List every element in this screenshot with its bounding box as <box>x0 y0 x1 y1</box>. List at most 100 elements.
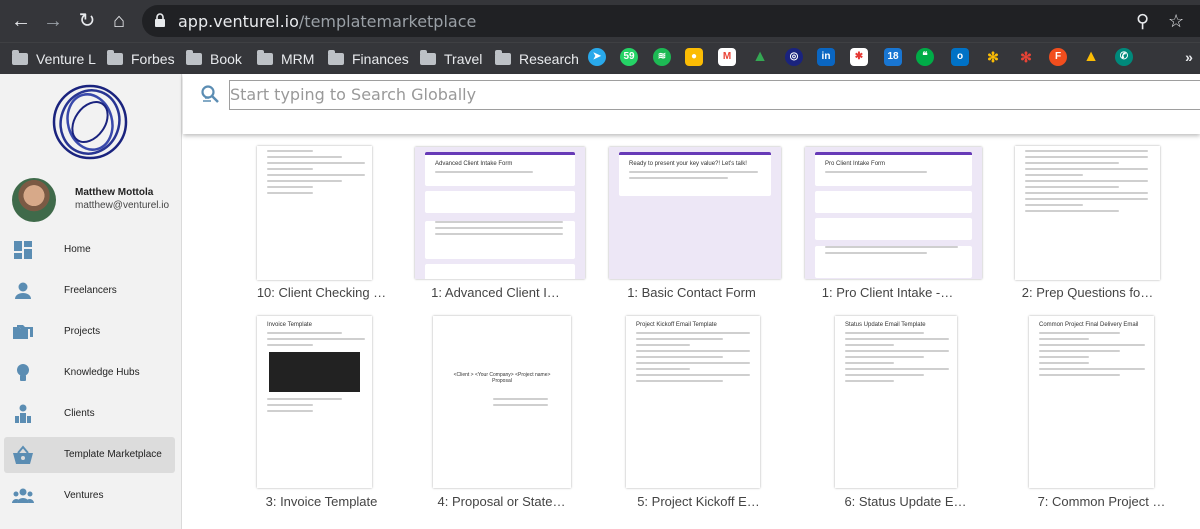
address-bar[interactable]: app.venturel.io/templatemarketplace ⚲ ☆ <box>142 5 1200 37</box>
template-thumbnail: <Client > <Your Company> <Project name> … <box>433 316 571 488</box>
folder-icon <box>107 50 123 65</box>
template-thumbnail: Invoice Template <box>257 316 372 488</box>
bookmark-label: MRM <box>281 51 315 67</box>
template-caption: 1: Advanced Client I… <box>431 285 560 300</box>
template-caption: 1: Basic Contact Form <box>627 285 756 300</box>
bookmark-label: Forbes <box>131 51 175 67</box>
spotify-icon[interactable]: ≋ <box>653 48 671 66</box>
circle-app-icon[interactable]: ◎ <box>785 48 803 66</box>
sidebar-item-label: Template Marketplace <box>64 449 162 460</box>
forward-icon[interactable]: → <box>40 8 66 34</box>
bookmark-folder[interactable]: Venture L <box>12 49 96 69</box>
bookmark-folder[interactable]: Forbes <box>107 49 175 69</box>
slack-icon[interactable]: ✻ <box>1017 48 1035 66</box>
sidebar-item-freelancers[interactable]: Freelancers <box>4 273 175 309</box>
thumbnail-screenshot <box>269 352 360 392</box>
template-caption: 4: Proposal or State… <box>437 494 566 509</box>
back-icon[interactable]: ← <box>8 8 34 34</box>
telegram-icon[interactable]: ➤ <box>588 48 606 66</box>
folder-icon <box>420 50 436 65</box>
thumbnail-title: Ready to present your key value?! Let's … <box>629 161 747 167</box>
bookmark-label: Research <box>519 51 579 67</box>
sidebar-item-label: Ventures <box>64 490 104 501</box>
drive-icon[interactable]: ▲ <box>751 48 769 66</box>
bookmark-label: Travel <box>444 51 483 67</box>
folder-icon <box>186 50 202 65</box>
bookmark-label: Finances <box>352 51 409 67</box>
sidebar-item-ventures[interactable]: Ventures <box>4 478 175 514</box>
template-thumbnail <box>1015 146 1160 280</box>
gmail-icon[interactable]: M <box>718 48 736 66</box>
template-caption: 6: Status Update E… <box>844 494 967 509</box>
sidebar: Matthew Mottola matthew@venturel.io Home… <box>0 74 182 529</box>
sidebar-item-label: Home <box>64 244 91 255</box>
sidebar-item-label: Freelancers <box>64 285 117 296</box>
sidebar-item-label: Projects <box>64 326 101 337</box>
sidebar-item-home[interactable]: Home <box>4 232 175 268</box>
template-thumbnail: Ready to present your key value?! Let's … <box>609 147 781 279</box>
template-thumbnail: Advanced Client Intake Form <box>415 147 585 279</box>
template-caption: 2: Prep Questions fo… <box>1021 285 1154 300</box>
thumbnail-title: <Client > <Your Company> <Project name> … <box>453 372 551 384</box>
folder-icon <box>328 50 344 65</box>
global-search-bar: Start typing to Search Globally <box>183 74 1200 134</box>
sidebar-item-label: Clients <box>64 408 95 419</box>
url-text: app.venturel.io/templatemarketplace <box>178 12 477 31</box>
search-icon <box>201 85 219 103</box>
keep-icon[interactable]: ● <box>685 48 703 66</box>
bookmark-folder[interactable]: Travel <box>420 49 482 69</box>
template-caption: 5: Project Kickoff E… <box>637 494 760 509</box>
sidebar-item-projects[interactable]: Projects <box>4 314 175 350</box>
figma-icon[interactable]: F <box>1049 48 1067 66</box>
template-thumbnail <box>257 146 372 280</box>
sidebar-item-label: Knowledge Hubs <box>64 367 140 378</box>
template-caption: 3: Invoice Template <box>265 494 378 509</box>
hangouts-icon[interactable]: ❝ <box>916 48 934 66</box>
more-bookmarks-icon[interactable]: » <box>1180 48 1198 66</box>
zoom-icon[interactable]: ⚲ <box>1136 11 1149 32</box>
avatar[interactable] <box>12 178 56 222</box>
template-thumbnail: Status Update Email Template <box>835 316 957 488</box>
hubspot-icon[interactable]: ✱ <box>850 48 868 66</box>
venturel-logo <box>52 84 128 160</box>
folder-icon <box>12 50 28 65</box>
template-caption: 7: Common Project … <box>1037 494 1166 509</box>
bookmark-folder[interactable]: MRM <box>257 49 314 69</box>
sidebar-item-template-marketplace[interactable]: Template Marketplace <box>4 437 175 473</box>
whatsapp-icon[interactable]: 59 <box>620 48 638 66</box>
thumbnail-title: Common Project Final Delivery Email <box>1039 322 1139 328</box>
group-icon <box>12 488 34 503</box>
folder-icon <box>257 50 273 65</box>
thumbnail-title: Advanced Client Intake Form <box>435 161 513 167</box>
bookmark-folder[interactable]: Research <box>495 49 579 69</box>
thumbnail-title: Invoice Template <box>267 322 312 328</box>
sidebar-item-clients[interactable]: Clients <box>4 396 175 432</box>
home-icon[interactable]: ⌂ <box>106 8 132 34</box>
user-email: matthew@venturel.io <box>75 200 170 211</box>
thumbnail-title: Pro Client Intake Form <box>825 161 886 167</box>
search-input[interactable]: Start typing to Search Globally <box>229 80 1200 110</box>
photos-icon[interactable]: ✻ <box>984 48 1002 66</box>
outlook-icon[interactable]: o <box>951 48 969 66</box>
clients-icon <box>15 404 31 423</box>
lightbulb-icon <box>17 364 29 381</box>
linkedin-icon[interactable]: in <box>817 48 835 66</box>
calendar-icon[interactable]: 18 <box>884 48 902 66</box>
bookmark-label: Book <box>210 51 242 67</box>
user-name: Matthew Mottola <box>75 187 154 198</box>
thumbnail-title: Project Kickoff Email Template <box>636 322 717 328</box>
phone-icon[interactable]: ✆ <box>1115 48 1133 66</box>
folder-icon <box>495 50 511 65</box>
star-icon[interactable]: ☆ <box>1168 11 1184 32</box>
basket-icon <box>13 445 33 464</box>
bookmark-folder[interactable]: Finances <box>328 49 409 69</box>
template-caption: 1: Pro Client Intake -… <box>821 285 954 300</box>
template-caption: 10: Client Checking … <box>256 285 387 300</box>
bookmark-label: Venture L <box>36 51 96 67</box>
bookmark-folder[interactable]: Book <box>186 49 242 69</box>
sidebar-item-knowledge-hubs[interactable]: Knowledge Hubs <box>4 355 175 391</box>
template-thumbnail: Pro Client Intake Form <box>805 147 982 279</box>
drive-icon[interactable]: ▲ <box>1082 48 1100 66</box>
person-icon <box>15 282 31 299</box>
reload-icon[interactable]: ↻ <box>74 8 100 34</box>
